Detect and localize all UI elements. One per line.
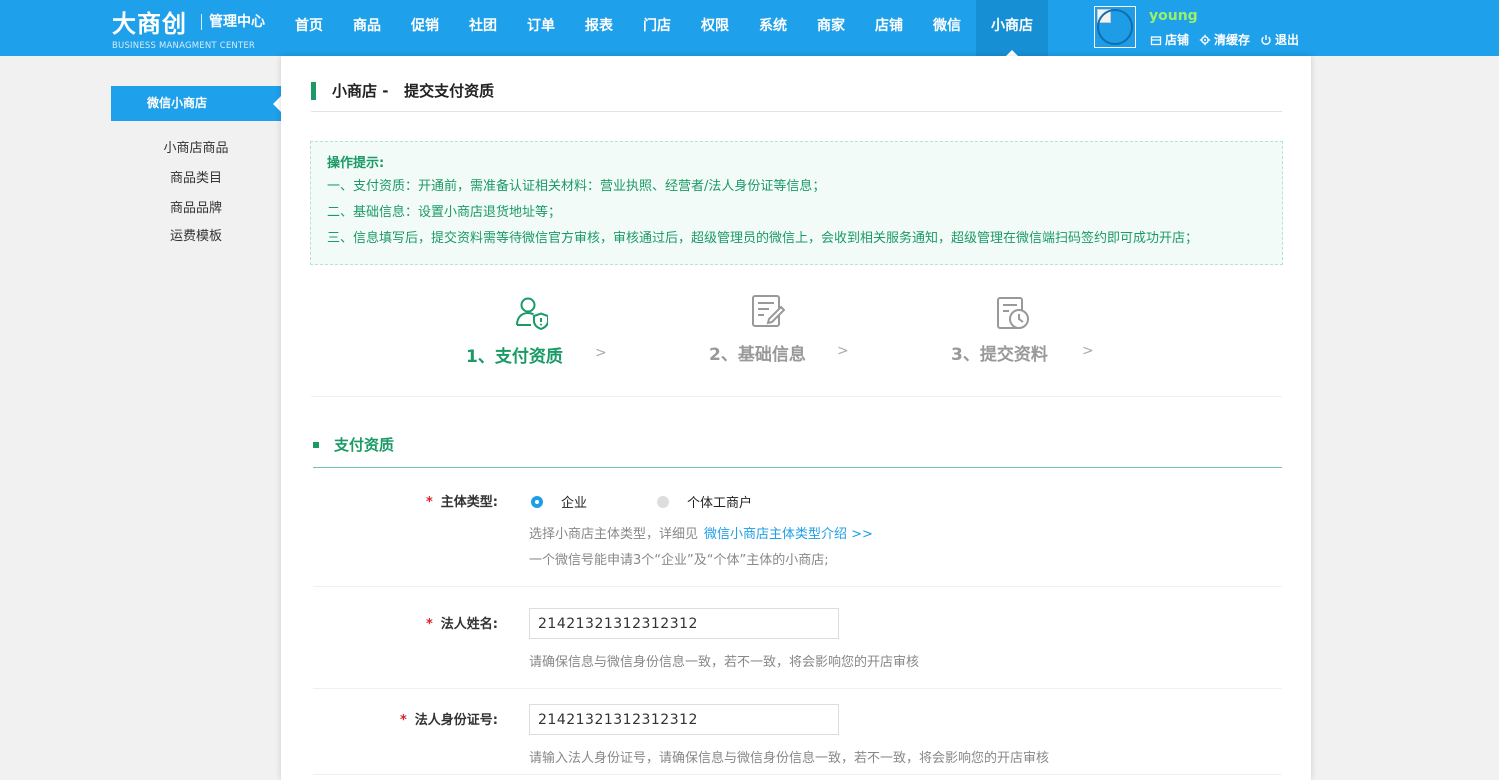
user-shield-icon — [516, 297, 548, 330]
subject-type-label: * 主体类型: — [426, 491, 498, 510]
avatar-ring — [1097, 9, 1133, 45]
legal-id-hint: 请输入法人身份证号，请确保信息与微信身份信息一致，若不一致，将会影响您的开店审核 — [529, 751, 1050, 766]
step-1-label: 1、支付资质 — [466, 347, 563, 367]
radio-individual[interactable]: 个体工商户 — [657, 492, 752, 511]
nav-item-home[interactable]: 首页 — [280, 0, 338, 56]
legal-id-input[interactable] — [529, 704, 839, 735]
nav-item-orders[interactable]: 订单 — [512, 0, 570, 56]
shop-link[interactable]: 店铺 — [1150, 31, 1189, 48]
section-bullet — [313, 441, 319, 448]
required-mark: * — [425, 495, 433, 510]
sidebar-item-goods-brand[interactable]: 商品品牌 — [111, 197, 281, 216]
title-divider — [311, 111, 1282, 112]
nav-item-system[interactable]: 系统 — [744, 0, 802, 56]
nav-item-mini-shop[interactable]: 小商店 — [976, 0, 1048, 56]
legal-name-hint: 请确保信息与微信身份信息一致，若不一致，将会影响您的开店审核 — [529, 655, 920, 670]
nav-item-shops[interactable]: 店铺 — [860, 0, 918, 56]
subject-type-hint-2: 一个微信号能申请3个“企业”及“个体”主体的小商店; — [529, 553, 829, 568]
radio-enterprise[interactable]: 企业 — [531, 492, 587, 511]
subject-type-label-text: 主体类型: — [440, 495, 498, 510]
sidebar-item-mini-shop-goods[interactable]: 小商店商品 — [111, 137, 281, 156]
logo-subtitle: 管理中心 — [209, 14, 265, 30]
section-title: 支付资质 — [313, 434, 394, 455]
radio-individual-label: 个体工商户 — [687, 496, 753, 511]
nav-item-community[interactable]: 社团 — [454, 0, 512, 56]
main-panel: 小商店 - 提交支付资质 操作提示: 一、支付资质：开通前，需准备认证相关材料：… — [281, 56, 1311, 780]
logout-link[interactable]: 退出 — [1260, 31, 1299, 48]
edit-document-icon — [752, 295, 785, 327]
top-bar: 大商创 管理中心 BUSINESS MANAGMENT CENTER 首页 商品… — [0, 0, 1499, 56]
chevron-right-icon: > — [837, 343, 849, 359]
logo-english: BUSINESS MANAGMENT CENTER — [112, 41, 256, 51]
row-divider — [313, 688, 1282, 689]
subject-type-hint-text: 选择小商店主体类型，详细见 — [529, 527, 699, 542]
tips-title: 操作提示: — [327, 156, 385, 171]
step-3-label: 3、提交资料 — [951, 345, 1048, 365]
nav-item-goods[interactable]: 商品 — [338, 0, 396, 56]
logo[interactable]: 大商创 管理中心 BUSINESS MANAGMENT CENTER — [112, 4, 272, 52]
section-title-text: 支付资质 — [334, 436, 395, 454]
operation-tips: 操作提示: 一、支付资质：开通前，需准备认证相关材料：营业执照、经营者/法人身份… — [310, 141, 1283, 265]
tips-line: 一、支付资质：开通前，需准备认证相关材料：营业执照、经营者/法人身份证等信息； — [327, 179, 826, 194]
main-nav: 首页 商品 促销 社团 订单 报表 门店 权限 系统 商家 店铺 微信 小商店 — [280, 0, 1048, 56]
avatar[interactable] — [1094, 6, 1136, 48]
shop-link-label: 店铺 — [1165, 33, 1190, 47]
row-divider — [313, 586, 1282, 587]
subject-type-hint: 选择小商店主体类型，详细见 微信小商店主体类型介绍 >> — [529, 523, 873, 542]
logo-divider — [201, 14, 202, 30]
user-links: 店铺 清缓存 退出 — [1150, 31, 1299, 48]
legal-name-input[interactable] — [529, 608, 839, 639]
chevron-right-icon: > — [595, 345, 607, 361]
store-icon — [1150, 35, 1162, 45]
sidebar-item-wechat-mini-shop[interactable]: 微信小商店 — [111, 86, 281, 121]
required-mark: * — [425, 617, 433, 632]
clear-cache-label: 清缓存 — [1214, 33, 1251, 47]
subject-type-intro-link[interactable]: 微信小商店主体类型介绍 >> — [704, 527, 873, 542]
section-divider — [313, 467, 1282, 468]
radio-unchecked-icon — [657, 495, 669, 508]
nav-item-wechat[interactable]: 微信 — [918, 0, 976, 56]
nav-item-permissions[interactable]: 权限 — [686, 0, 744, 56]
logout-label: 退出 — [1275, 33, 1300, 47]
page-title: 小商店 - 提交支付资质 — [311, 82, 494, 100]
tips-line: 三、信息填写后，提交资料需等待微信官方审核，审核通过后，超级管理员的微信上，会收… — [327, 231, 1199, 246]
sidebar-item-goods-category[interactable]: 商品类目 — [111, 167, 281, 186]
power-icon — [1261, 34, 1271, 45]
nav-item-stores[interactable]: 门店 — [628, 0, 686, 56]
nav-item-promotion[interactable]: 促销 — [396, 0, 454, 56]
step-2-label: 2、基础信息 — [709, 345, 806, 365]
required-mark: * — [399, 713, 407, 728]
legal-name-label-text: 法人姓名: — [440, 617, 498, 632]
radio-enterprise-label: 企业 — [561, 496, 588, 511]
sidebar-item-shipping-template[interactable]: 运费模板 — [111, 225, 281, 244]
logo-text: 大商创 — [112, 10, 187, 38]
gear-icon — [1199, 34, 1211, 45]
row-divider — [313, 774, 1282, 775]
legal-name-label: * 法人姓名: — [426, 613, 498, 632]
nav-item-reports[interactable]: 报表 — [570, 0, 628, 56]
legal-id-label: * 法人身份证号: — [400, 709, 498, 728]
chevron-right-icon: > — [1082, 343, 1094, 359]
legal-id-label-text: 法人身份证号: — [414, 713, 498, 728]
nav-item-merchants[interactable]: 商家 — [802, 0, 860, 56]
tips-line: 二、基础信息：设置小商店退货地址等； — [327, 205, 562, 220]
steps-divider — [311, 396, 1282, 397]
username[interactable]: young — [1149, 8, 1198, 24]
radio-checked-icon — [531, 495, 543, 508]
clear-cache-link[interactable]: 清缓存 — [1199, 31, 1250, 48]
clock-document-icon — [997, 297, 1029, 329]
